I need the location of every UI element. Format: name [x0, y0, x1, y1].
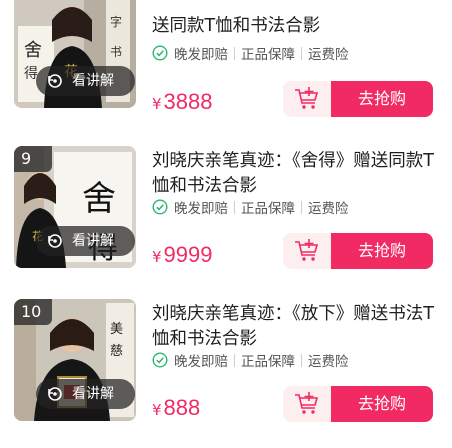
product-thumbnail[interactable]: 舍 得 花 字 书 看讲解: [14, 0, 136, 108]
product-title[interactable]: 刘晓庆亲笔真迹：《舍得》赠送同款T恤和书法合影: [152, 149, 442, 199]
service-tags: 晚发即赔 正品保障 运费险: [152, 350, 349, 370]
replay-icon: [48, 387, 62, 401]
service-tags: 晚发即赔 正品保障 运费险: [152, 43, 349, 63]
product-price: ¥3888: [152, 89, 213, 115]
tag-label: 正品保障: [241, 47, 295, 63]
divider: [301, 353, 302, 367]
replay-icon: [48, 74, 62, 88]
cart-plus-icon: [295, 392, 319, 414]
watch-explanation-button[interactable]: 看讲解: [36, 379, 135, 409]
add-to-cart-button[interactable]: [283, 233, 331, 269]
product-thumbnail[interactable]: 舍 得 花 9 看讲解: [14, 146, 136, 268]
replay-icon: [48, 234, 62, 248]
svg-text:舍: 舍: [82, 179, 116, 219]
divider: [234, 46, 235, 60]
tag-label: 晚发即赔: [174, 47, 228, 63]
price-value: 888: [163, 395, 201, 420]
product-title[interactable]: 送同款T恤和书法合影: [152, 14, 442, 39]
add-to-cart-button[interactable]: [283, 81, 331, 117]
buy-now-button[interactable]: 去抢购: [331, 81, 433, 117]
svg-text:舍: 舍: [24, 40, 42, 61]
product-list: 舍 得 花 字 书 看讲解 送同款T恤和书法合影: [0, 0, 452, 448]
buy-now-button[interactable]: 去抢购: [331, 233, 433, 269]
divider: [234, 353, 235, 367]
add-to-cart-button[interactable]: [283, 386, 331, 422]
check-circle-icon: [152, 352, 168, 368]
product-price: ¥9999: [152, 242, 213, 268]
explain-label: 看讲解: [72, 73, 114, 89]
product-item[interactable]: 美 慈 10 看讲解 刘晓庆亲笔真迹：《放下》赠送书法T恤和书法合影 晚发即赔 …: [0, 299, 452, 439]
product-price: ¥888: [152, 395, 200, 421]
tag-label: 晚发即赔: [174, 201, 228, 217]
check-circle-icon: [152, 199, 168, 215]
divider: [301, 200, 302, 214]
price-value: 9999: [163, 242, 213, 267]
product-item[interactable]: 舍 得 花 字 书 看讲解 送同款T恤和书法合影: [0, 0, 452, 140]
watch-explanation-button[interactable]: 看讲解: [36, 226, 135, 256]
cart-plus-icon: [295, 239, 319, 261]
rank-badge: 9: [14, 146, 52, 172]
service-tags: 晚发即赔 正品保障 运费险: [152, 197, 349, 217]
svg-text:美: 美: [110, 322, 123, 337]
explain-label: 看讲解: [72, 233, 114, 249]
tag-label: 运费险: [308, 47, 349, 63]
buy-now-button[interactable]: 去抢购: [331, 386, 433, 422]
cart-plus-icon: [295, 87, 319, 109]
tag-label: 运费险: [308, 201, 349, 217]
divider: [301, 46, 302, 60]
svg-text:慈: 慈: [110, 344, 123, 359]
watch-explanation-button[interactable]: 看讲解: [36, 66, 135, 96]
tag-label: 晚发即赔: [174, 354, 228, 370]
tag-label: 运费险: [308, 354, 349, 370]
currency-symbol: ¥: [152, 95, 162, 113]
svg-text:字: 字: [110, 14, 122, 29]
tag-label: 正品保障: [241, 201, 295, 217]
check-circle-icon: [152, 45, 168, 61]
explain-label: 看讲解: [72, 386, 114, 402]
tag-label: 正品保障: [241, 354, 295, 370]
divider: [234, 200, 235, 214]
product-item[interactable]: 舍 得 花 9 看讲解 刘晓庆亲笔真迹：《舍得》赠送同款T恤和书法合影: [0, 146, 452, 286]
product-thumbnail[interactable]: 美 慈 10 看讲解: [14, 299, 136, 421]
currency-symbol: ¥: [152, 248, 162, 266]
product-title[interactable]: 刘晓庆亲笔真迹：《放下》赠送书法T恤和书法合影: [152, 302, 442, 352]
currency-symbol: ¥: [152, 401, 162, 419]
svg-text:书: 书: [110, 45, 122, 59]
price-value: 3888: [163, 89, 213, 114]
rank-badge: 10: [14, 299, 52, 325]
